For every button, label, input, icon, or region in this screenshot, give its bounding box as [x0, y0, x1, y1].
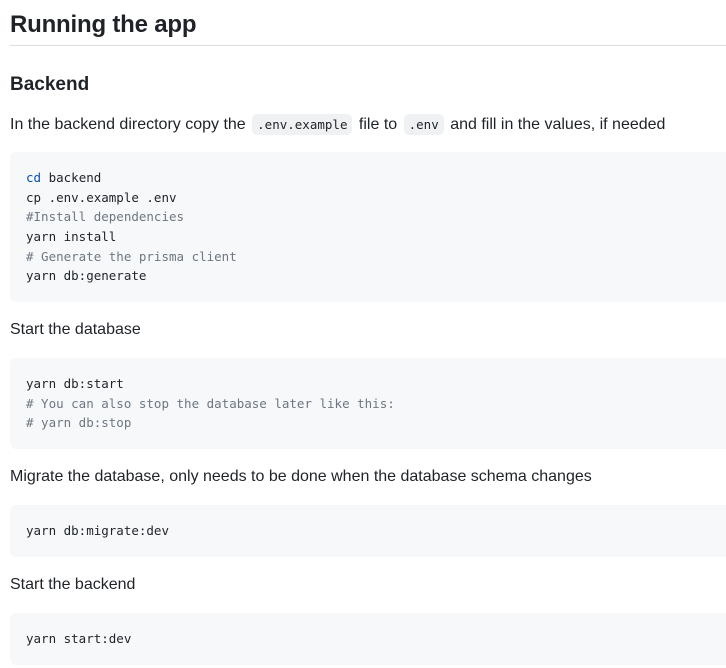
intro-text-after: and fill in the values, if needed — [450, 116, 666, 133]
code-line: yarn db:generate — [26, 268, 147, 284]
code-block-start-backend[interactable]: yarn start:dev — [10, 613, 726, 665]
code-line: yarn start:dev — [26, 631, 132, 646]
code-block-migrate[interactable]: yarn db:migrate:dev — [10, 505, 726, 557]
migrate-paragraph: Migrate the database, only needs to be d… — [10, 468, 592, 485]
code-line: cp .env.example .env — [26, 189, 177, 205]
code-line: cd backend — [26, 168, 710, 188]
title-divider — [10, 45, 726, 46]
backend-intro-paragraph: In the backend directory copy the .env.e… — [10, 113, 665, 137]
code-comment: # Generate the prisma client — [26, 248, 237, 264]
code-block-start-db[interactable]: yarn db:start # You can also stop the dat… — [10, 358, 726, 449]
start-backend-paragraph: Start the backend — [10, 576, 136, 593]
code-comment: #Install dependencies — [26, 209, 185, 225]
backend-heading: Backend — [10, 74, 90, 95]
intro-text-middle: file to — [358, 116, 398, 133]
code-line: yarn db:start — [26, 376, 124, 391]
code-comment: # You can also stop the database later l… — [26, 395, 395, 411]
inline-code-env-example: .env.example — [252, 114, 353, 135]
code-block-setup[interactable]: cd backend cp .env.example .env #Install d… — [10, 152, 726, 302]
readme-page: Running the app Backend In the backend d… — [0, 0, 726, 668]
page-title: Running the app — [10, 11, 197, 38]
intro-text-before: In the backend directory copy the — [10, 116, 246, 133]
code-line: yarn db:migrate:dev — [26, 523, 169, 538]
code-line: yarn install — [26, 229, 117, 245]
code-keyword-cd: cd — [26, 170, 42, 185]
code-comment: # yarn db:stop — [26, 415, 132, 431]
code-cd-arg: backend — [41, 170, 102, 185]
inline-code-env: .env — [403, 114, 444, 135]
start-db-paragraph: Start the database — [10, 321, 141, 338]
